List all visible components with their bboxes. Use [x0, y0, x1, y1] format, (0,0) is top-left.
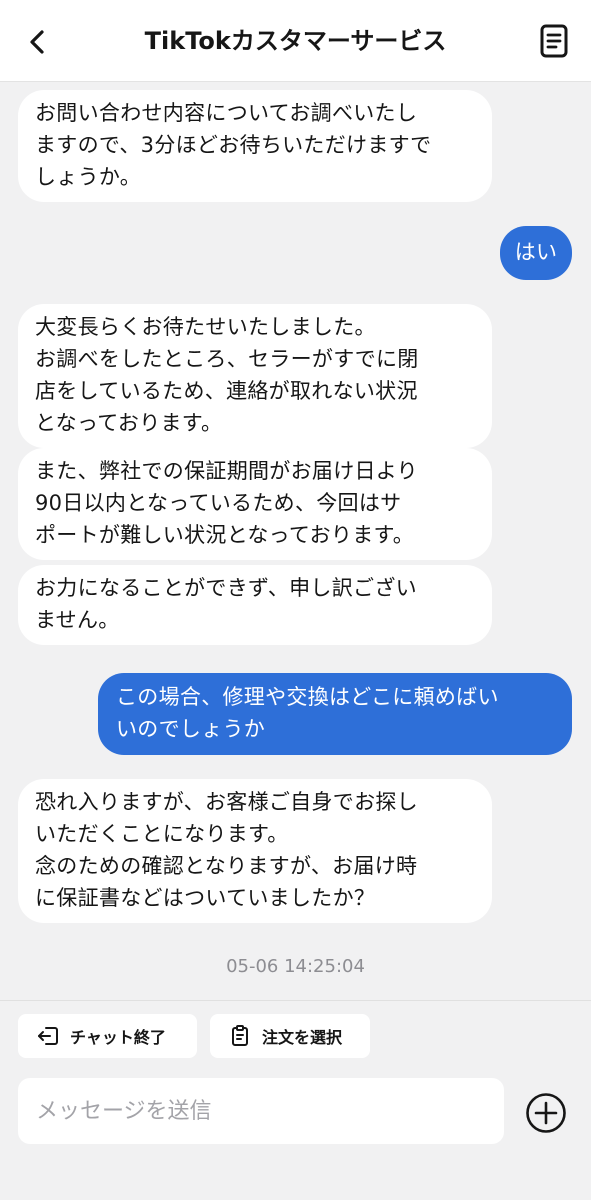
composer-panel: チャット終了 注文を選択: [0, 1000, 591, 1200]
chat-header: TikTokカスタマーサービス: [0, 0, 591, 82]
message-timestamp: 05-06 14:25:04: [226, 956, 365, 977]
message-input[interactable]: [18, 1078, 504, 1144]
agent-message-bubble: お力になることができず、申し訳ござい ません。: [18, 565, 492, 645]
chat-history-button[interactable]: [529, 16, 579, 66]
page-title: TikTokカスタマーサービス: [144, 27, 447, 55]
add-attachment-button[interactable]: [524, 1091, 568, 1135]
agent-message-bubble: また、弊社での保証期間がお届け日より 90日以内となっているため、今回はサ ポー…: [18, 448, 492, 560]
back-button[interactable]: [14, 18, 62, 66]
document-icon: [540, 24, 568, 58]
select-order-label: 注文を選択: [262, 1028, 343, 1047]
user-message-bubble: はい: [500, 226, 572, 280]
exit-icon: [36, 1024, 60, 1048]
agent-message-bubble: 大変長らくお待たせいたしました。 お調べをしたところ、セラーがすでに閉 店をして…: [18, 304, 492, 448]
end-chat-button[interactable]: チャット終了: [18, 1014, 197, 1058]
agent-message-bubble: 恐れ入りますが、お客様ご自身でお探し いただくことになります。 念のための確認と…: [18, 779, 492, 923]
end-chat-label: チャット終了: [70, 1028, 166, 1047]
clipboard-icon: [228, 1024, 252, 1048]
select-order-button[interactable]: 注文を選択: [210, 1014, 370, 1058]
plus-circle-icon: [526, 1093, 566, 1133]
chat-area[interactable]: お問い合わせ内容についてお調べいたし ますので、3分ほどお待ちいただけますで し…: [0, 82, 591, 1000]
chevron-left-icon: [30, 30, 44, 54]
agent-message-bubble: お問い合わせ内容についてお調べいたし ますので、3分ほどお待ちいただけますで し…: [18, 90, 492, 202]
user-message-bubble: この場合、修理や交換はどこに頼めばい いのでしょうか: [98, 673, 572, 755]
